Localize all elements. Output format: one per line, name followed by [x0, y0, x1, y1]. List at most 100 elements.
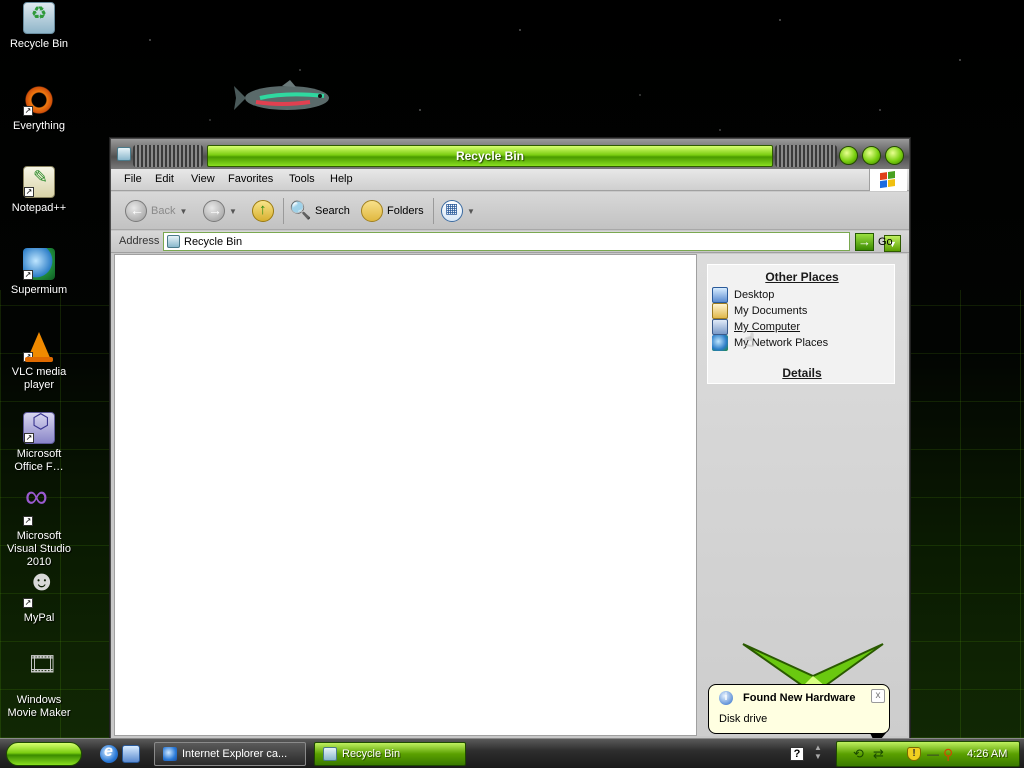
back-button[interactable]: Back ▼: [125, 198, 187, 224]
search-button[interactable]: Search: [289, 198, 350, 224]
quicklaunch-ie-icon[interactable]: [100, 743, 118, 763]
my-documents-icon: [712, 303, 728, 319]
desktop-icon-supermium[interactable]: ↗ Supermium: [0, 248, 78, 297]
quicklaunch-show-desktop-icon[interactable]: [122, 745, 140, 763]
task-label: Internet Explorer ca...: [182, 748, 288, 760]
address-input[interactable]: Recycle Bin ▼: [163, 232, 901, 252]
desktop-icon-label: Windows Movie Maker: [7, 694, 71, 719]
mypal-icon: ↗: [23, 574, 56, 608]
task-recycle-bin[interactable]: Recycle Bin: [314, 742, 466, 766]
desktop-icon-mypal[interactable]: ↗ MyPal: [0, 574, 78, 625]
toolbar-separator: [283, 198, 284, 224]
search-label: Search: [315, 205, 350, 217]
other-places-heading[interactable]: Other Places: [708, 270, 896, 284]
forward-arrow-icon: [203, 200, 225, 222]
back-dropdown-icon[interactable]: ▼: [179, 207, 187, 216]
desktop-icon-label: MyPal: [23, 612, 55, 624]
search-icon: [289, 200, 311, 222]
title-bar[interactable]: Recycle Bin: [111, 139, 909, 169]
ie-icon: [163, 747, 177, 761]
folders-button[interactable]: Folders: [361, 198, 424, 224]
recycle-bin-icon: [323, 747, 337, 761]
desktop-icon-recycle-bin[interactable]: Recycle Bin: [0, 2, 78, 51]
tray-expand-icon[interactable]: ▲ ▼: [814, 743, 822, 761]
taskbar: Internet Explorer ca... Recycle Bin ? ▲▼…: [0, 738, 1024, 768]
folders-label: Folders: [387, 205, 424, 217]
views-button[interactable]: ▼: [441, 198, 475, 224]
forward-dropdown-icon[interactable]: ▼: [229, 207, 237, 216]
vlc-icon: ↗: [23, 330, 55, 362]
desktop-icon-label: VLC media player: [11, 366, 67, 391]
network-places-icon: [712, 335, 728, 351]
balloon-text: Disk drive: [719, 713, 768, 725]
recycle-bin-icon: [23, 2, 55, 34]
place-my-network-places[interactable]: My Network Places: [712, 335, 828, 351]
menu-tools[interactable]: Tools: [289, 173, 315, 185]
fish-image: [234, 80, 329, 110]
balloon-close-button[interactable]: x: [871, 689, 885, 703]
forward-button[interactable]: ▼: [203, 198, 237, 224]
address-bar: Address Recycle Bin ▼ → Go: [111, 231, 909, 253]
visual-studio-icon: ↗: [23, 490, 55, 526]
tray-dash-icon[interactable]: —: [927, 747, 941, 761]
place-label: My Computer: [734, 321, 801, 333]
toolbar: Back ▼ ▼ Search Folders ▼: [111, 192, 909, 230]
notepad-plus-plus-icon: ↗: [23, 166, 55, 198]
desktop-icon-notepad-plus-plus[interactable]: ↗ Notepad++: [0, 166, 78, 215]
task-internet-explorer[interactable]: Internet Explorer ca...: [154, 742, 306, 766]
menu-bar: File Edit View Favorites Tools Help: [111, 169, 909, 191]
tray-network-icon[interactable]: ⇄: [873, 747, 887, 761]
folder-up-icon: [252, 200, 274, 222]
info-icon: i: [719, 691, 733, 705]
minimize-button[interactable]: [839, 146, 858, 165]
security-shield-icon[interactable]: !: [907, 747, 921, 761]
desktop-icon-office[interactable]: ↗ Microsoft Office F…: [0, 412, 78, 474]
desktop-icon: [712, 287, 728, 303]
place-label: My Documents: [734, 305, 808, 317]
start-button[interactable]: [6, 742, 82, 766]
details-heading[interactable]: Details: [708, 366, 896, 380]
up-button[interactable]: [252, 198, 274, 224]
system-tray: ⟲ ⇄ ! — ⚲ 4:26 AM: [836, 741, 1020, 767]
toolbar-separator: [433, 198, 434, 224]
menu-file[interactable]: File: [124, 173, 142, 185]
go-arrow-icon: →: [855, 232, 874, 251]
desktop-icon-everything[interactable]: ↗ Everything: [0, 84, 78, 133]
clock[interactable]: 4:26 AM: [967, 748, 1007, 760]
menu-edit[interactable]: Edit: [155, 173, 174, 185]
help-icon[interactable]: ?: [790, 747, 804, 761]
menu-view[interactable]: View: [191, 173, 215, 185]
file-list-area[interactable]: [114, 254, 697, 736]
desktop-icon-vlc[interactable]: ↗ VLC media player: [0, 330, 78, 392]
go-button[interactable]: → Go: [855, 232, 893, 251]
back-label: Back: [151, 205, 176, 217]
supermium-icon: ↗: [23, 248, 55, 280]
place-desktop[interactable]: Desktop: [712, 287, 774, 303]
place-label: My Network Places: [734, 337, 829, 349]
title-grill-left: [133, 145, 203, 167]
place-my-documents[interactable]: My Documents: [712, 303, 807, 319]
desktop-icon-label: Supermium: [10, 284, 68, 296]
menu-help[interactable]: Help: [330, 173, 353, 185]
address-recycle-bin-icon: [167, 235, 180, 248]
place-label: Desktop: [734, 289, 775, 301]
menu-favorites[interactable]: Favorites: [228, 173, 273, 185]
views-icon: [441, 200, 463, 222]
task-label: Recycle Bin: [342, 748, 401, 760]
place-my-computer[interactable]: My Computer: [712, 319, 800, 335]
maximize-button[interactable]: [862, 146, 881, 165]
desktop-icon-movie-maker[interactable]: Windows Movie Maker: [0, 658, 78, 720]
title-grill-right: [775, 145, 837, 167]
desktop-icon-visual-studio[interactable]: ↗ Microsoft Visual Studio 2010: [0, 490, 78, 569]
back-arrow-icon: [125, 200, 147, 222]
close-button[interactable]: [885, 146, 904, 165]
tray-hardware-icon[interactable]: ⟲: [853, 747, 867, 761]
movie-maker-icon: [23, 658, 57, 690]
desktop-icon-label: Notepad++: [11, 202, 67, 214]
window-recycle-bin-icon: [117, 147, 131, 161]
other-places-panel: Other Places Desktop My Documents My Com…: [707, 264, 895, 384]
notification-balloon[interactable]: i Found New Hardware Disk drive x: [708, 684, 890, 734]
tray-search-icon[interactable]: ⚲: [943, 747, 957, 761]
office-icon: ↗: [23, 412, 55, 444]
desktop-icon-label: Microsoft Office F…: [14, 448, 64, 473]
